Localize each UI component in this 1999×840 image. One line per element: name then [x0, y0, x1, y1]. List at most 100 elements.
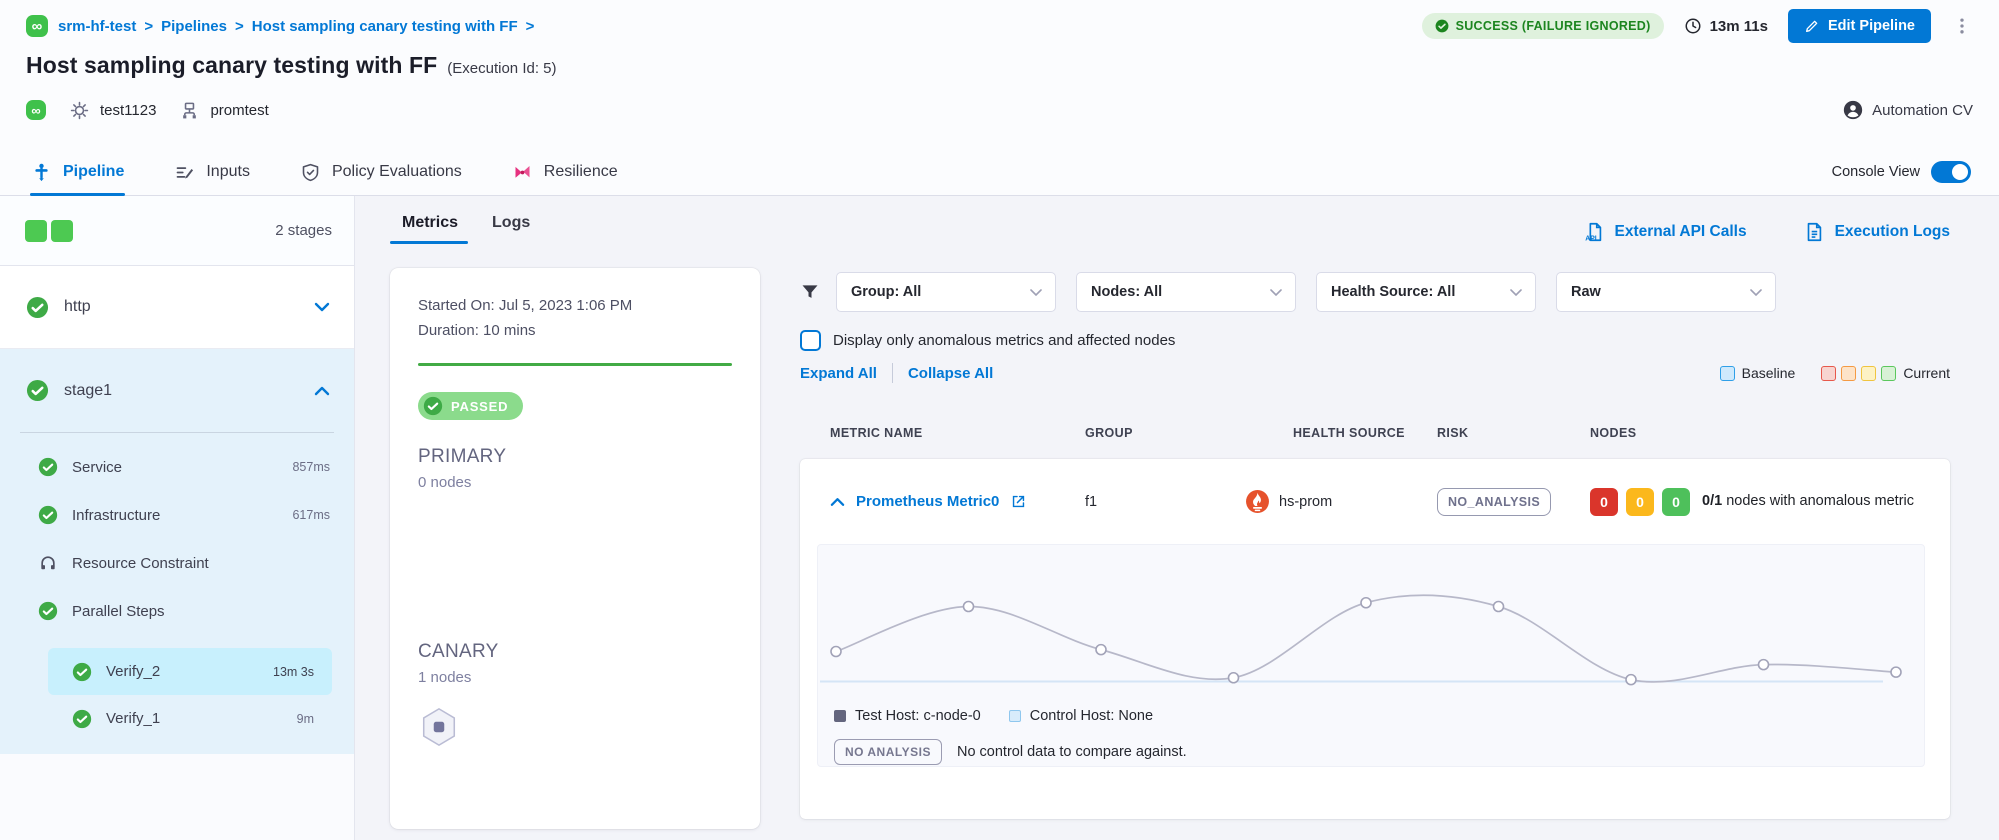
- harness-logo-icon: ∞: [26, 15, 48, 37]
- chevron-down-icon[interactable]: [314, 302, 330, 312]
- sidebar-stage-http[interactable]: http: [0, 266, 354, 349]
- chart-data-point[interactable]: [1494, 602, 1504, 612]
- collapse-chevron-up-icon[interactable]: [830, 497, 845, 507]
- stages-summary: 2 stages: [0, 196, 354, 266]
- breadcrumb-separator: >: [144, 18, 153, 35]
- tab-pipeline[interactable]: Pipeline: [30, 149, 125, 195]
- metric-chart[interactable]: [818, 554, 1924, 704]
- filter-funnel-icon[interactable]: [800, 282, 820, 302]
- stage-square-stage1[interactable]: [51, 220, 73, 242]
- verification-summary-card: Started On: Jul 5, 2023 1:06 PM Duration…: [390, 268, 760, 829]
- substep-verify-1[interactable]: Verify_1 9m: [48, 695, 332, 742]
- step-duration: 857ms: [292, 460, 330, 474]
- chart-data-point[interactable]: [1361, 598, 1371, 608]
- breadcrumb-separator: >: [526, 18, 535, 35]
- stage-square-http[interactable]: [25, 220, 47, 242]
- execution-logs-link[interactable]: Execution Logs: [1803, 221, 1950, 243]
- external-link-icon[interactable]: [1010, 493, 1027, 510]
- tab-pipeline-label: Pipeline: [63, 163, 124, 181]
- execution-status-badge: SUCCESS (FAILURE IGNORED): [1422, 13, 1664, 39]
- toggle-knob: [1952, 164, 1968, 180]
- primary-label: PRIMARY: [418, 446, 732, 468]
- nodes-cell: 0 0 0 0/1 nodes with anomalous metric: [1590, 488, 1952, 516]
- verification-duration: Duration: 10 mins: [418, 318, 732, 343]
- no-analysis-pill: NO ANALYSIS: [834, 739, 942, 765]
- chart-data-point[interactable]: [1229, 673, 1239, 683]
- breadcrumb-project[interactable]: srm-hf-test: [58, 18, 136, 35]
- metric-row: Prometheus Metric0 f1 hs-prom NO_ANALYSI…: [800, 459, 1950, 544]
- network-icon: [180, 101, 199, 120]
- resilience-icon: [512, 162, 533, 183]
- verification-summary-panel: Metrics Logs Started On: Jul 5, 2023 1:0…: [355, 196, 770, 840]
- chart-data-point[interactable]: [964, 602, 974, 612]
- column-risk: RISK: [1437, 426, 1590, 440]
- title-row: Host sampling canary testing with FF (Ex…: [26, 52, 1973, 82]
- metric-name-cell: Prometheus Metric0: [830, 493, 1085, 510]
- collapse-all-link[interactable]: Collapse All: [908, 365, 993, 382]
- tab-inputs[interactable]: Inputs: [173, 149, 251, 195]
- step-label: Parallel Steps: [72, 603, 165, 620]
- prometheus-icon: [1245, 489, 1270, 514]
- data-mode-select[interactable]: Raw: [1556, 272, 1776, 312]
- clock-icon: [1684, 17, 1702, 35]
- tab-inputs-label: Inputs: [206, 163, 250, 181]
- service-chip[interactable]: test1123: [70, 101, 156, 120]
- sidebar-stage-stage1[interactable]: stage1: [0, 349, 354, 432]
- external-api-calls-label: External API Calls: [1615, 223, 1747, 241]
- nodes-filter-select[interactable]: Nodes: All: [1076, 272, 1296, 312]
- group-filter-select[interactable]: Group: All: [836, 272, 1056, 312]
- shield-check-icon: [300, 162, 321, 183]
- success-check-icon: [38, 601, 58, 621]
- divider: [20, 432, 334, 433]
- current-red-swatch: [1821, 366, 1836, 381]
- tab-policy-evaluations[interactable]: Policy Evaluations: [299, 149, 463, 195]
- step-service[interactable]: Service 857ms: [0, 443, 354, 491]
- triggered-by-user: Automation CV: [1872, 102, 1973, 119]
- breadcrumb-pipelines[interactable]: Pipelines: [161, 18, 227, 35]
- chart-data-point[interactable]: [831, 647, 841, 657]
- chart-data-point[interactable]: [1626, 675, 1636, 685]
- tab-resilience-label: Resilience: [544, 163, 618, 181]
- breadcrumb-pipeline-name[interactable]: Host sampling canary testing with FF: [252, 18, 518, 35]
- execution-logs-label: Execution Logs: [1835, 223, 1950, 241]
- success-check-icon: [26, 296, 49, 319]
- step-parallel-steps[interactable]: Parallel Steps: [0, 587, 354, 635]
- step-label: Verify_2: [106, 663, 160, 680]
- chart-data-point[interactable]: [1891, 667, 1901, 677]
- chart-data-point[interactable]: [1759, 660, 1769, 670]
- anomalous-filter-label: Display only anomalous metrics and affec…: [833, 332, 1175, 349]
- metric-chart-panel: Test Host: c-node-0 Control Host: None N…: [817, 544, 1925, 767]
- edit-pipeline-button[interactable]: Edit Pipeline: [1788, 9, 1931, 43]
- column-health-source: HEALTH SOURCE: [1293, 426, 1437, 440]
- external-api-calls-link[interactable]: API External API Calls: [1583, 221, 1747, 243]
- edit-pipeline-label: Edit Pipeline: [1828, 18, 1915, 34]
- analysis-verdict-row: NO ANALYSIS No control data to compare a…: [818, 739, 1924, 765]
- tab-logs[interactable]: Logs: [480, 214, 540, 244]
- artifact-name: promtest: [210, 102, 268, 119]
- tab-metrics[interactable]: Metrics: [390, 214, 468, 244]
- tab-resilience[interactable]: Resilience: [511, 149, 619, 195]
- metric-name-link[interactable]: Prometheus Metric0: [856, 493, 999, 510]
- step-infrastructure[interactable]: Infrastructure 617ms: [0, 491, 354, 539]
- health-source-filter-select[interactable]: Health Source: All: [1316, 272, 1536, 312]
- anomalous-filter-checkbox[interactable]: [800, 330, 821, 351]
- step-list: Service 857ms Infrastructure 617ms Resou…: [0, 443, 354, 742]
- canary-node-hexagon[interactable]: [418, 706, 732, 753]
- chart-data-point[interactable]: [1096, 645, 1106, 655]
- data-mode-value: Raw: [1571, 284, 1601, 300]
- header-actions: SUCCESS (FAILURE IGNORED) 13m 11s Edit P…: [1422, 9, 1973, 43]
- step-resource-constraint[interactable]: Resource Constraint: [0, 539, 354, 587]
- console-view-toggle[interactable]: [1931, 161, 1971, 183]
- more-options-menu[interactable]: [1951, 13, 1973, 39]
- expand-all-link[interactable]: Expand All: [800, 365, 877, 382]
- svg-text:API: API: [1585, 236, 1597, 243]
- chevron-up-icon[interactable]: [314, 386, 330, 396]
- substep-verify-2[interactable]: Verify_2 13m 3s: [48, 648, 332, 695]
- console-view-control: Console View: [1832, 161, 1971, 183]
- nodes-ratio: 0/1: [1702, 493, 1722, 509]
- meta-row: ∞ test1123 promtest Automation CV: [26, 98, 1973, 122]
- kebab-icon: [1952, 16, 1972, 36]
- artifact-chip[interactable]: promtest: [180, 101, 268, 120]
- expand-collapse-row: Expand All Collapse All Baseline Current: [800, 361, 1950, 385]
- stage-count: 2 stages: [275, 222, 332, 239]
